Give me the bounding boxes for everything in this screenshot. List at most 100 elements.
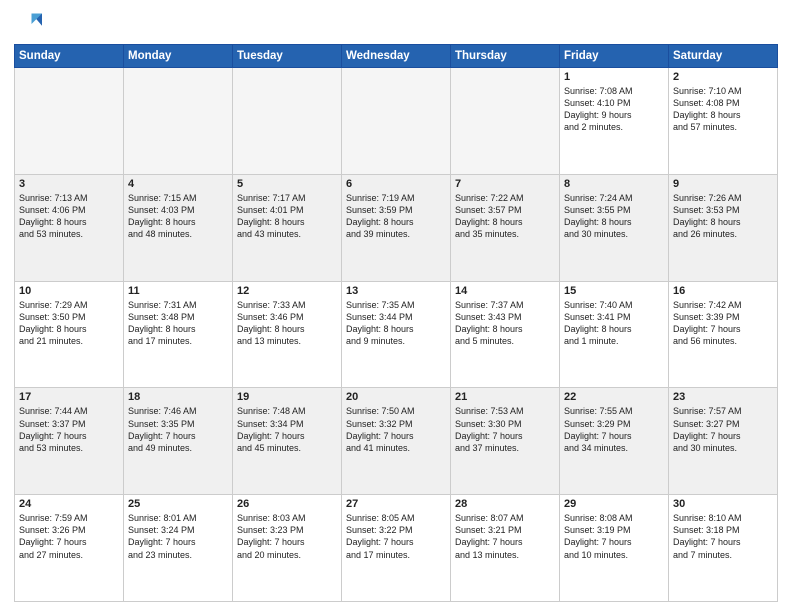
day-info: Sunrise: 7:08 AM Sunset: 4:10 PM Dayligh… <box>564 85 664 134</box>
day-info: Sunrise: 7:57 AM Sunset: 3:27 PM Dayligh… <box>673 405 773 454</box>
day-number: 1 <box>564 71 664 83</box>
logo-icon <box>14 10 42 38</box>
calendar-cell <box>124 68 233 175</box>
calendar-week-row: 1 Sunrise: 7:08 AM Sunset: 4:10 PM Daylig… <box>15 68 778 175</box>
day-number: 20 <box>346 391 446 403</box>
day-info: Sunrise: 7:40 AM Sunset: 3:41 PM Dayligh… <box>564 299 664 348</box>
calendar-cell: 11 Sunrise: 7:31 AM Sunset: 3:48 PM Dayli… <box>124 281 233 388</box>
day-number: 18 <box>128 391 228 403</box>
calendar-week-row: 10 Sunrise: 7:29 AM Sunset: 3:50 PM Dayli… <box>15 281 778 388</box>
calendar-cell: 17 Sunrise: 7:44 AM Sunset: 3:37 PM Dayli… <box>15 388 124 495</box>
day-number: 15 <box>564 285 664 297</box>
calendar-week-row: 3Sunrise: 7:13 AM Sunset: 4:06 PM Daylig… <box>15 174 778 281</box>
day-info: Sunrise: 7:59 AM Sunset: 3:26 PM Dayligh… <box>19 512 119 561</box>
calendar-cell: 7Sunrise: 7:22 AM Sunset: 3:57 PM Daylig… <box>451 174 560 281</box>
day-info: Sunrise: 7:37 AM Sunset: 3:43 PM Dayligh… <box>455 299 555 348</box>
calendar-cell: 5Sunrise: 7:17 AM Sunset: 4:01 PM Daylig… <box>233 174 342 281</box>
day-number: 4 <box>128 178 228 190</box>
day-info: Sunrise: 8:07 AM Sunset: 3:21 PM Dayligh… <box>455 512 555 561</box>
calendar-cell: 12Sunrise: 7:33 AM Sunset: 3:46 PM Dayli… <box>233 281 342 388</box>
day-number: 25 <box>128 498 228 510</box>
day-number: 16 <box>673 285 773 297</box>
calendar-cell: 26 Sunrise: 8:03 AM Sunset: 3:23 PM Dayli… <box>233 495 342 602</box>
day-number: 24 <box>19 498 119 510</box>
day-info: Sunrise: 7:46 AM Sunset: 3:35 PM Dayligh… <box>128 405 228 454</box>
calendar-cell: 15 Sunrise: 7:40 AM Sunset: 3:41 PM Dayli… <box>560 281 669 388</box>
day-number: 5 <box>237 178 337 190</box>
calendar-cell: 6Sunrise: 7:19 AM Sunset: 3:59 PM Daylig… <box>342 174 451 281</box>
day-info: Sunrise: 7:31 AM Sunset: 3:48 PM Dayligh… <box>128 299 228 348</box>
day-number: 14 <box>455 285 555 297</box>
day-info: Sunrise: 7:42 AM Sunset: 3:39 PM Dayligh… <box>673 299 773 348</box>
calendar-cell: 25 Sunrise: 8:01 AM Sunset: 3:24 PM Dayli… <box>124 495 233 602</box>
calendar-cell: 23 Sunrise: 7:57 AM Sunset: 3:27 PM Dayli… <box>669 388 778 495</box>
day-number: 21 <box>455 391 555 403</box>
calendar-cell: 4 Sunrise: 7:15 AM Sunset: 4:03 PM Daylig… <box>124 174 233 281</box>
weekday-header-wednesday: Wednesday <box>342 45 451 68</box>
calendar-cell: 22 Sunrise: 7:55 AM Sunset: 3:29 PM Dayli… <box>560 388 669 495</box>
page: SundayMondayTuesdayWednesdayThursdayFrid… <box>0 0 792 612</box>
day-number: 23 <box>673 391 773 403</box>
calendar-cell: 8 Sunrise: 7:24 AM Sunset: 3:55 PM Daylig… <box>560 174 669 281</box>
calendar-table: SundayMondayTuesdayWednesdayThursdayFrid… <box>14 44 778 602</box>
calendar-cell: 1 Sunrise: 7:08 AM Sunset: 4:10 PM Daylig… <box>560 68 669 175</box>
day-info: Sunrise: 7:50 AM Sunset: 3:32 PM Dayligh… <box>346 405 446 454</box>
calendar-cell: 10 Sunrise: 7:29 AM Sunset: 3:50 PM Dayli… <box>15 281 124 388</box>
calendar-cell: 30Sunrise: 8:10 AM Sunset: 3:18 PM Dayli… <box>669 495 778 602</box>
weekday-header-sunday: Sunday <box>15 45 124 68</box>
day-info: Sunrise: 7:10 AM Sunset: 4:08 PM Dayligh… <box>673 85 773 134</box>
calendar-cell: 2 Sunrise: 7:10 AM Sunset: 4:08 PM Daylig… <box>669 68 778 175</box>
day-info: Sunrise: 7:53 AM Sunset: 3:30 PM Dayligh… <box>455 405 555 454</box>
weekday-header-saturday: Saturday <box>669 45 778 68</box>
day-info: Sunrise: 7:15 AM Sunset: 4:03 PM Dayligh… <box>128 192 228 241</box>
day-number: 9 <box>673 178 773 190</box>
weekday-header-friday: Friday <box>560 45 669 68</box>
day-info: Sunrise: 8:01 AM Sunset: 3:24 PM Dayligh… <box>128 512 228 561</box>
day-number: 2 <box>673 71 773 83</box>
calendar-cell: 16 Sunrise: 7:42 AM Sunset: 3:39 PM Dayli… <box>669 281 778 388</box>
day-info: Sunrise: 7:35 AM Sunset: 3:44 PM Dayligh… <box>346 299 446 348</box>
day-info: Sunrise: 7:29 AM Sunset: 3:50 PM Dayligh… <box>19 299 119 348</box>
day-number: 19 <box>237 391 337 403</box>
day-info: Sunrise: 8:08 AM Sunset: 3:19 PM Dayligh… <box>564 512 664 561</box>
day-info: Sunrise: 7:44 AM Sunset: 3:37 PM Dayligh… <box>19 405 119 454</box>
day-number: 27 <box>346 498 446 510</box>
day-number: 10 <box>19 285 119 297</box>
day-number: 6 <box>346 178 446 190</box>
day-number: 29 <box>564 498 664 510</box>
weekday-header-tuesday: Tuesday <box>233 45 342 68</box>
day-number: 22 <box>564 391 664 403</box>
day-info: Sunrise: 7:48 AM Sunset: 3:34 PM Dayligh… <box>237 405 337 454</box>
day-number: 3 <box>19 178 119 190</box>
calendar-cell <box>15 68 124 175</box>
day-number: 8 <box>564 178 664 190</box>
day-info: Sunrise: 7:55 AM Sunset: 3:29 PM Dayligh… <box>564 405 664 454</box>
logo <box>14 10 44 38</box>
day-number: 30 <box>673 498 773 510</box>
calendar-cell <box>233 68 342 175</box>
calendar-cell: 29 Sunrise: 8:08 AM Sunset: 3:19 PM Dayli… <box>560 495 669 602</box>
calendar-cell: 20 Sunrise: 7:50 AM Sunset: 3:32 PM Dayli… <box>342 388 451 495</box>
calendar-cell: 24 Sunrise: 7:59 AM Sunset: 3:26 PM Dayli… <box>15 495 124 602</box>
weekday-header-monday: Monday <box>124 45 233 68</box>
header <box>14 10 778 38</box>
calendar-cell: 3Sunrise: 7:13 AM Sunset: 4:06 PM Daylig… <box>15 174 124 281</box>
calendar-cell: 21 Sunrise: 7:53 AM Sunset: 3:30 PM Dayli… <box>451 388 560 495</box>
day-number: 28 <box>455 498 555 510</box>
weekday-header-row: SundayMondayTuesdayWednesdayThursdayFrid… <box>15 45 778 68</box>
calendar-week-row: 24 Sunrise: 7:59 AM Sunset: 3:26 PM Dayli… <box>15 495 778 602</box>
calendar-cell: 9Sunrise: 7:26 AM Sunset: 3:53 PM Daylig… <box>669 174 778 281</box>
day-number: 17 <box>19 391 119 403</box>
day-info: Sunrise: 7:24 AM Sunset: 3:55 PM Dayligh… <box>564 192 664 241</box>
weekday-header-thursday: Thursday <box>451 45 560 68</box>
calendar-cell <box>451 68 560 175</box>
day-number: 11 <box>128 285 228 297</box>
calendar-cell: 27Sunrise: 8:05 AM Sunset: 3:22 PM Dayli… <box>342 495 451 602</box>
calendar-cell: 18 Sunrise: 7:46 AM Sunset: 3:35 PM Dayli… <box>124 388 233 495</box>
day-number: 26 <box>237 498 337 510</box>
day-info: Sunrise: 8:03 AM Sunset: 3:23 PM Dayligh… <box>237 512 337 561</box>
calendar-cell: 14 Sunrise: 7:37 AM Sunset: 3:43 PM Dayli… <box>451 281 560 388</box>
day-number: 13 <box>346 285 446 297</box>
day-info: Sunrise: 7:33 AM Sunset: 3:46 PM Dayligh… <box>237 299 337 348</box>
calendar-cell: 19 Sunrise: 7:48 AM Sunset: 3:34 PM Dayli… <box>233 388 342 495</box>
